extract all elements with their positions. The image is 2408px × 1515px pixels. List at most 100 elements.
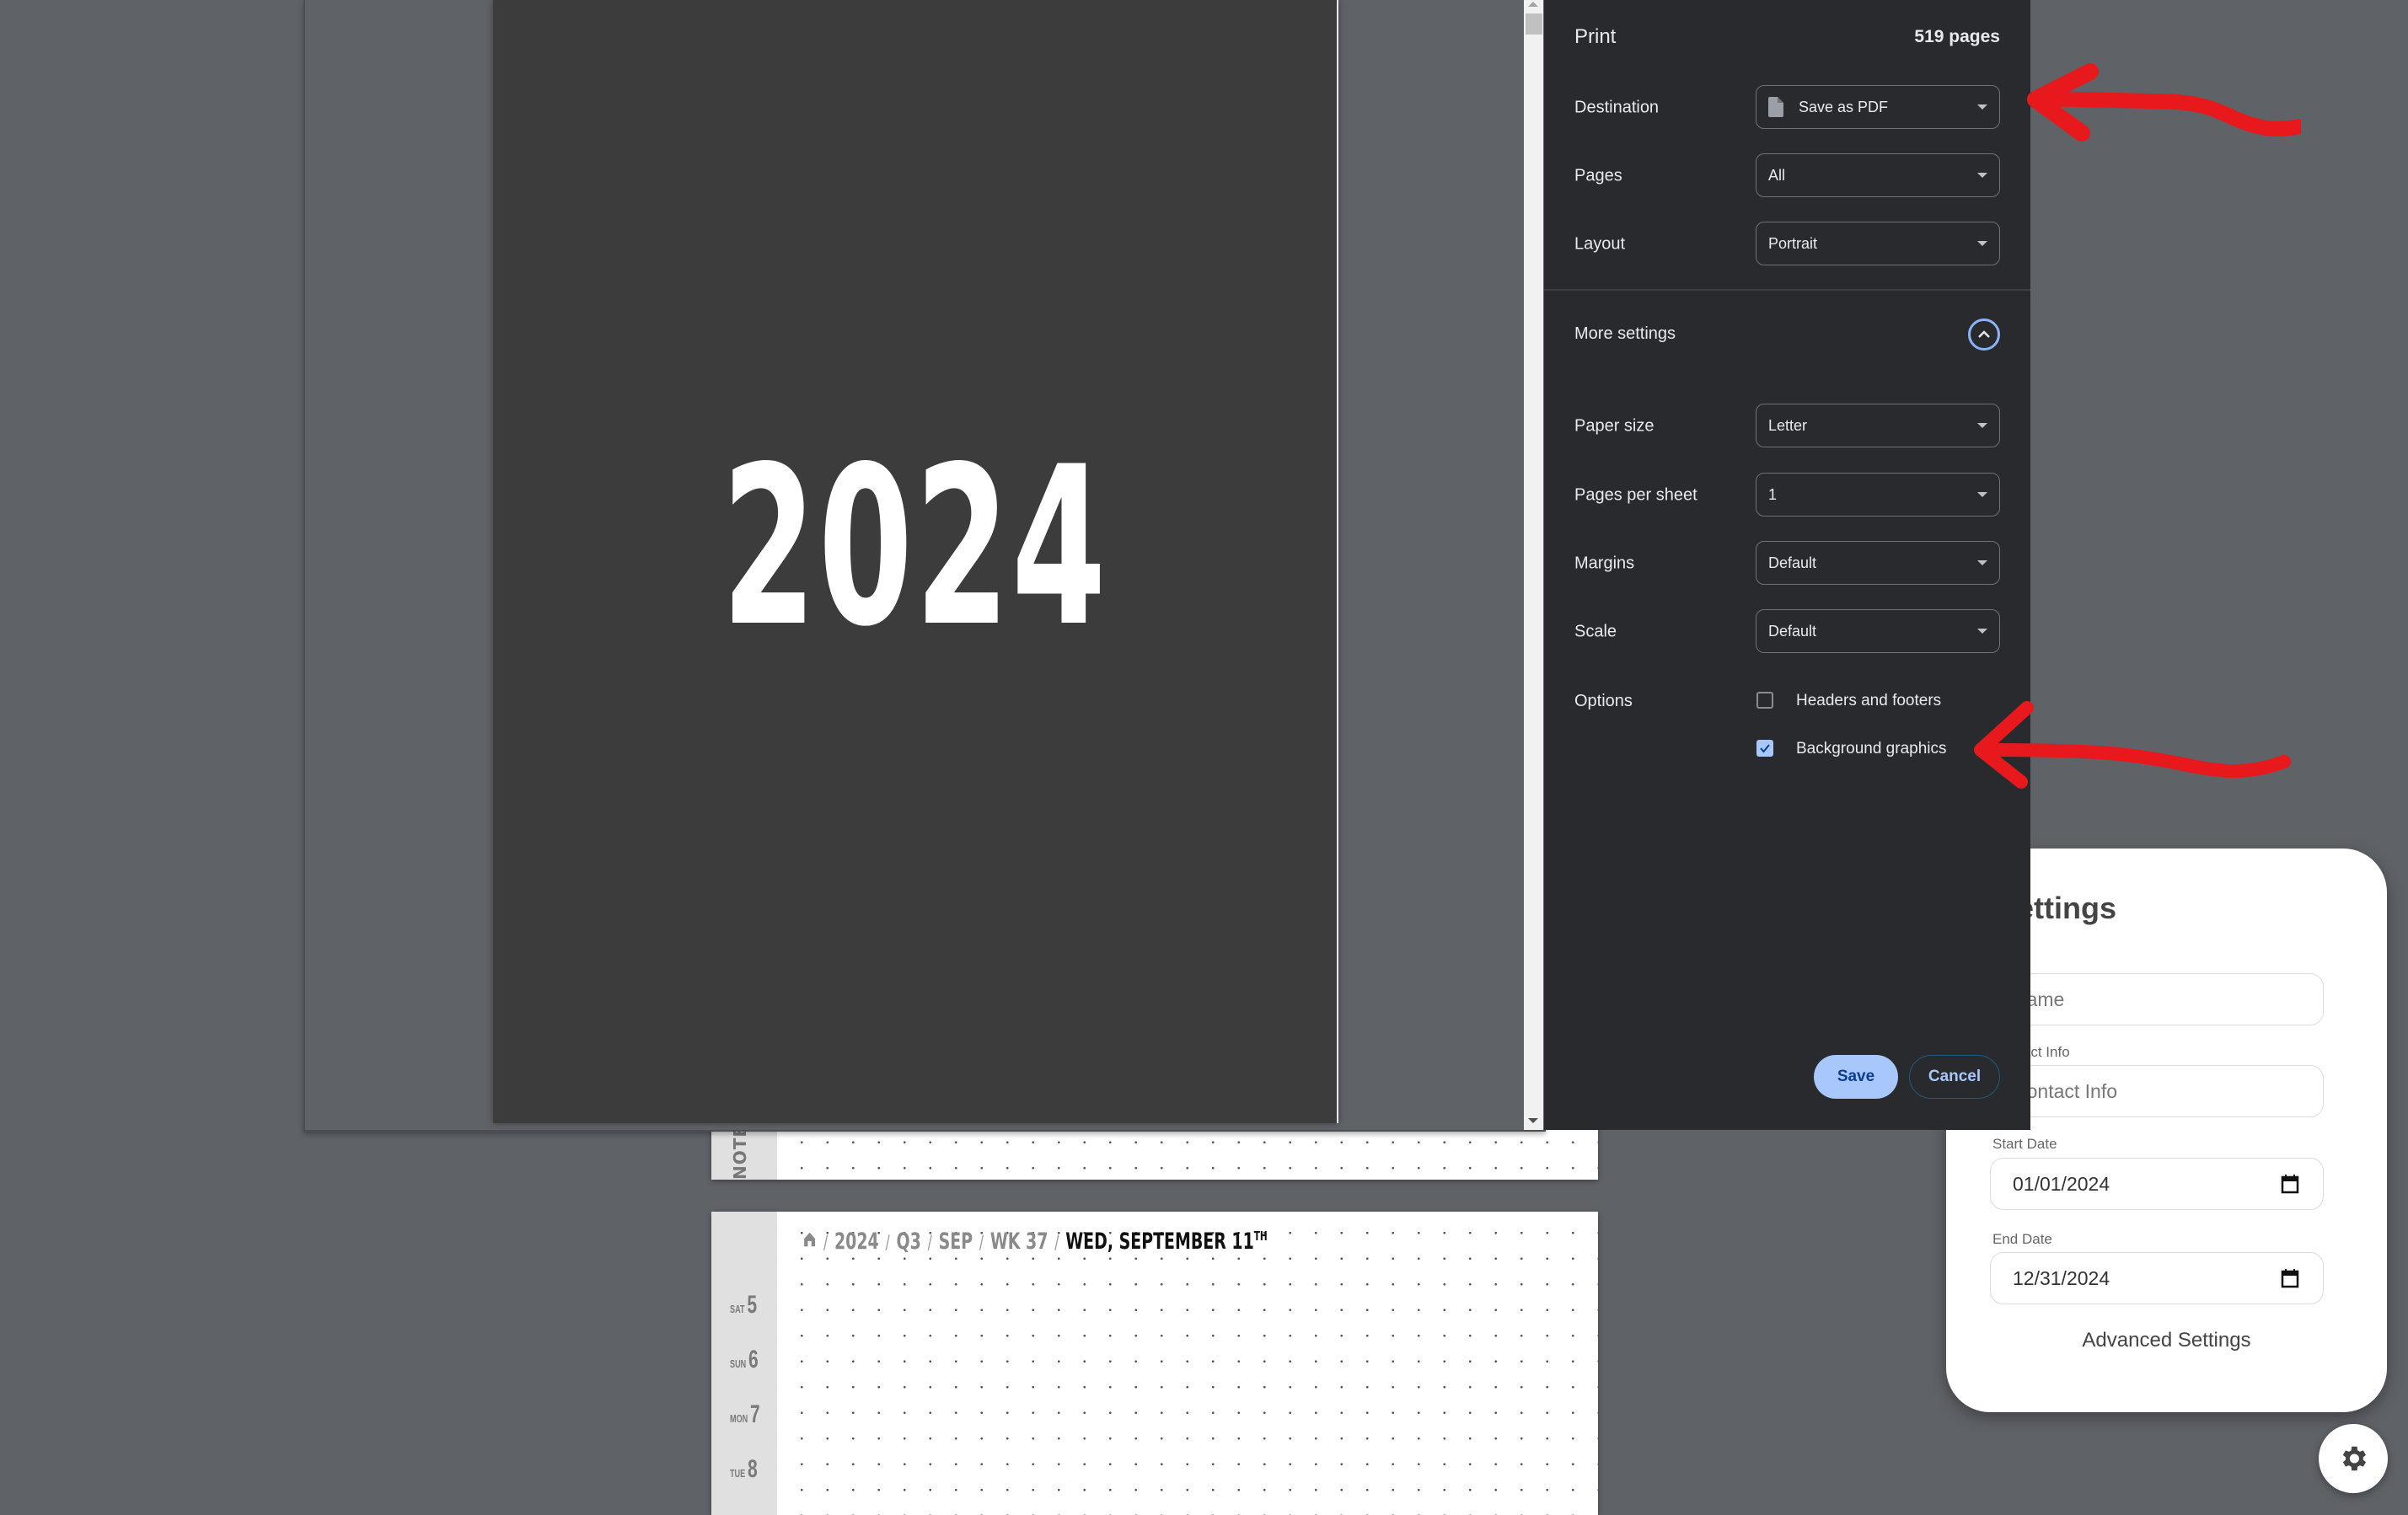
headers-footers-label[interactable]: Headers and footers (1796, 692, 1941, 710)
name-input[interactable]: Name (1990, 973, 2324, 1025)
background-graphics-label[interactable]: Background graphics (1796, 740, 1947, 758)
planner-page-day: SAT 5 SUN 6 MON 7 TUE 8 / 2024 / Q3 / SE… (711, 1212, 1598, 1515)
destination-value: Save as PDF (1799, 98, 1889, 115)
day-label-sun[interactable]: SUN 6 (730, 1346, 759, 1374)
breadcrumb-separator: / (823, 1233, 829, 1254)
day-number: 5 (747, 1291, 758, 1319)
preview-page: 2024 (493, 0, 1338, 1123)
paper-size-label: Paper size (1574, 416, 1654, 436)
day-label-tue[interactable]: TUE 8 (730, 1455, 758, 1484)
start-date-input[interactable]: 01/01/2024 (1990, 1158, 2324, 1210)
day-number: 6 (748, 1346, 759, 1373)
chevron-down-icon (1977, 241, 1987, 246)
pages-value: All (1768, 166, 1786, 184)
breadcrumb-current-day: WED, SEPTEMBER 11TH (1065, 1229, 1268, 1255)
paper-size-select[interactable]: Letter (1756, 404, 2000, 447)
more-settings-label[interactable]: More settings (1574, 324, 1676, 344)
settings-toggle-button[interactable] (2319, 1424, 2388, 1493)
end-date-input[interactable]: 12/31/2024 (1990, 1252, 2324, 1304)
day-label-mon[interactable]: MON 7 (730, 1400, 760, 1429)
breadcrumb-year[interactable]: 2024 (834, 1229, 879, 1255)
start-date-value: 01/01/2024 (2013, 1172, 2110, 1195)
calendar-icon[interactable] (2281, 1268, 2299, 1288)
margins-value: Default (1768, 554, 1817, 571)
breadcrumb-separator: / (885, 1233, 890, 1254)
start-date-label: Start Date (1992, 1136, 2057, 1152)
print-preview-area: 2024 (303, 0, 1546, 1132)
chevron-down-icon (1977, 104, 1987, 110)
more-settings-toggle[interactable] (1968, 319, 2000, 351)
scale-value: Default (1768, 622, 1817, 640)
layout-label: Layout (1574, 234, 1626, 254)
ordinal-suffix: TH (1253, 1229, 1268, 1244)
breadcrumb-month[interactable]: SEP (939, 1229, 973, 1255)
destination-label: Destination (1574, 98, 1660, 117)
checkmark-icon (1760, 744, 1770, 753)
save-button[interactable]: Save (1814, 1055, 1898, 1099)
pages-row: Pages All (1574, 153, 2000, 199)
margins-select[interactable]: Default (1756, 541, 2000, 585)
layout-select[interactable]: Portrait (1756, 222, 2000, 265)
chevron-down-icon (1977, 629, 1987, 634)
end-date-value: 12/31/2024 (2013, 1266, 2110, 1289)
file-icon (1768, 97, 1783, 117)
day-number: 8 (748, 1455, 758, 1483)
chevron-up-icon (1978, 330, 1990, 338)
contact-info-input[interactable]: Contact Info (1990, 1065, 2324, 1117)
pages-label: Pages (1574, 166, 1622, 185)
gear-icon (2342, 1446, 2367, 1471)
breadcrumb-separator: / (1054, 1233, 1059, 1254)
scroll-up-arrow-icon[interactable] (1528, 2, 1538, 7)
calendar-icon[interactable] (2281, 1174, 2299, 1194)
page-sidebar: SAT 5 SUN 6 MON 7 TUE 8 (711, 1212, 777, 1515)
chevron-down-icon (1977, 173, 1987, 178)
scale-select[interactable]: Default (1756, 609, 2000, 653)
weekday: SUN (730, 1357, 747, 1370)
print-dialog: Print 519 pages Destination Save as PDF … (1544, 0, 2030, 1130)
chevron-down-icon (1977, 423, 1987, 428)
breadcrumb-week[interactable]: WK 37 (990, 1229, 1048, 1255)
scale-row: Scale Default (1574, 609, 2000, 655)
chevron-down-icon (1977, 492, 1987, 497)
preview-scrollbar[interactable] (1524, 0, 1543, 1130)
destination-select[interactable]: Save as PDF (1756, 85, 2000, 129)
home-icon[interactable] (802, 1230, 817, 1249)
pages-per-sheet-select[interactable]: 1 (1756, 473, 2000, 517)
chevron-down-icon (1977, 560, 1987, 565)
breadcrumb-separator: / (927, 1233, 932, 1254)
print-title: Print (1574, 25, 1617, 48)
weekday: SAT (730, 1303, 745, 1315)
breadcrumb-quarter[interactable]: Q3 (897, 1229, 921, 1255)
breadcrumb: / 2024 / Q3 / SEP / WK 37 / WED, SEPTEMB… (802, 1229, 1268, 1255)
day-label-sat[interactable]: SAT 5 (730, 1291, 757, 1320)
day-number: 7 (750, 1400, 760, 1428)
dot-grid (777, 1212, 1598, 1515)
margins-label: Margins (1574, 554, 1635, 573)
margins-row: Margins Default (1574, 541, 2000, 586)
divider (1544, 289, 2030, 291)
pages-per-sheet-label: Pages per sheet (1574, 485, 1697, 505)
cancel-button[interactable]: Cancel (1909, 1055, 2000, 1099)
advanced-settings-link[interactable]: Advanced Settings (1946, 1329, 2387, 1352)
destination-row: Destination Save as PDF (1574, 85, 2000, 131)
annotation-arrow-destination (2027, 63, 2301, 142)
weekday: MON (730, 1412, 748, 1425)
background-graphics-checkbox[interactable] (1756, 740, 1773, 757)
options-label: Options (1574, 692, 1633, 710)
end-date-label: End Date (1992, 1231, 2052, 1247)
page-count: 519 pages (1914, 27, 2000, 46)
paper-size-value: Letter (1768, 416, 1808, 434)
weekday: TUE (730, 1467, 746, 1480)
headers-footers-checkbox[interactable] (1756, 692, 1773, 709)
breadcrumb-separator: / (979, 1233, 984, 1254)
pages-per-sheet-row: Pages per sheet 1 (1574, 473, 2000, 518)
paper-size-row: Paper size Letter (1574, 404, 2000, 449)
pages-select[interactable]: All (1756, 153, 2000, 197)
layout-row: Layout Portrait (1574, 222, 2000, 267)
cover-year: 2024 (721, 420, 1108, 675)
scale-label: Scale (1574, 622, 1617, 641)
scrollbar-thumb[interactable] (1526, 13, 1542, 35)
pages-per-sheet-value: 1 (1768, 485, 1778, 503)
scroll-down-arrow-icon[interactable] (1528, 1118, 1538, 1123)
layout-value: Portrait (1768, 234, 1818, 252)
